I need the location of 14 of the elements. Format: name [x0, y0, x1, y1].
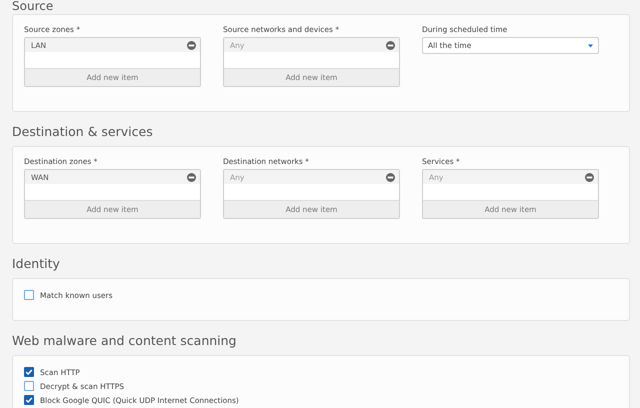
section-heading: Source: [12, 0, 54, 14]
remove-icon[interactable]: [386, 172, 395, 182]
caret-icon: [588, 44, 593, 48]
checkbox[interactable]: [24, 395, 34, 405]
remove-icon[interactable]: [187, 40, 196, 50]
section-heading: Identity: [12, 256, 61, 272]
checkbox[interactable]: [24, 290, 34, 300]
section-heading: Destination & services: [12, 124, 154, 140]
remove-icon[interactable]: [187, 172, 196, 182]
remove-icon[interactable]: [386, 40, 395, 50]
remove-icon[interactable]: [585, 172, 594, 182]
section-heading: Web malware and content scanning: [12, 333, 238, 349]
checkbox[interactable]: [24, 367, 34, 377]
checkbox[interactable]: [24, 381, 34, 391]
